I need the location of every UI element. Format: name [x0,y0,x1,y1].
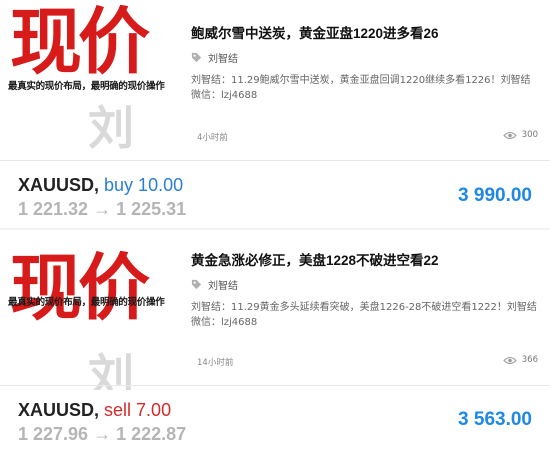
view-count: 366 [503,355,538,365]
post-author[interactable]: 刘智结 [191,50,538,65]
trade-symbol: XAUUSD, [18,400,100,420]
arrow-icon: → [93,199,112,219]
author-name: 刘智结 [208,54,238,65]
trade-profit: 3 990.00 [458,185,532,206]
post-card[interactable]: 现价 最真实的现价布局，最明确的现价操作 刘 鲍威尔雪中送炭，黄金亚盘1220进… [0,0,550,228]
post-title[interactable]: 黄金急涨必修正，美盘1228不破进空看22 [191,249,538,269]
tag-icon [191,52,202,63]
divider [0,160,550,161]
post-time: 14小时前 [197,358,234,368]
view-count-value: 366 [521,355,538,365]
open-price: 1 221.32 [18,199,89,219]
arrow-icon: → [93,424,112,444]
post-thumbnail[interactable]: 现价 最真实的现价布局，最明确的现价操作 刘 [0,230,183,391]
open-price: 1 227.96 [18,424,89,444]
thumbnail-watermark: 刘 [88,349,134,390]
trade-symbol-line: XAUUSD, buy 10.00 [18,175,183,196]
trade-symbol-line: XAUUSD, sell 7.00 [18,400,171,421]
post-description: 刘智结：11.29黄金多头延续看突破，美盘1226-28不破进空看1222！刘智… [191,302,537,328]
post-thumbnail[interactable]: 现价 最真实的现价布局，最明确的现价操作 刘 [0,0,183,160]
trade-action: sell 7.00 [104,400,172,420]
thumbnail-watermark: 刘 [88,101,134,155]
post-time: 4小时前 [197,133,228,143]
eye-icon [503,356,517,364]
post-author[interactable]: 刘智结 [191,277,538,292]
eye-icon [503,131,517,139]
tag-icon [191,279,202,290]
close-price: 1 222.87 [116,424,187,444]
post-description: 刘智结：11.29鲍威尔雪中送炭，黄金亚盘回调1220继续多看1226！刘智结微… [191,75,531,101]
trade-action: buy 10.00 [104,175,184,195]
trade-symbol: XAUUSD, [18,175,100,195]
divider [0,385,550,386]
view-count: 300 [503,130,538,140]
view-count-value: 300 [521,130,538,140]
close-price: 1 225.31 [116,199,187,219]
post-card[interactable]: 现价 最真实的现价布局，最明确的现价操作 刘 黄金急涨必修正，美盘1228不破进… [0,230,550,456]
trade-profit: 3 563.00 [458,409,532,430]
post-title[interactable]: 鲍威尔雪中送炭，黄金亚盘1220进多看26 [191,22,538,42]
trade-prices: 1 227.96 → 1 222.87 [18,424,186,445]
trade-prices: 1 221.32 → 1 225.31 [18,199,186,220]
author-name: 刘智结 [208,281,238,292]
